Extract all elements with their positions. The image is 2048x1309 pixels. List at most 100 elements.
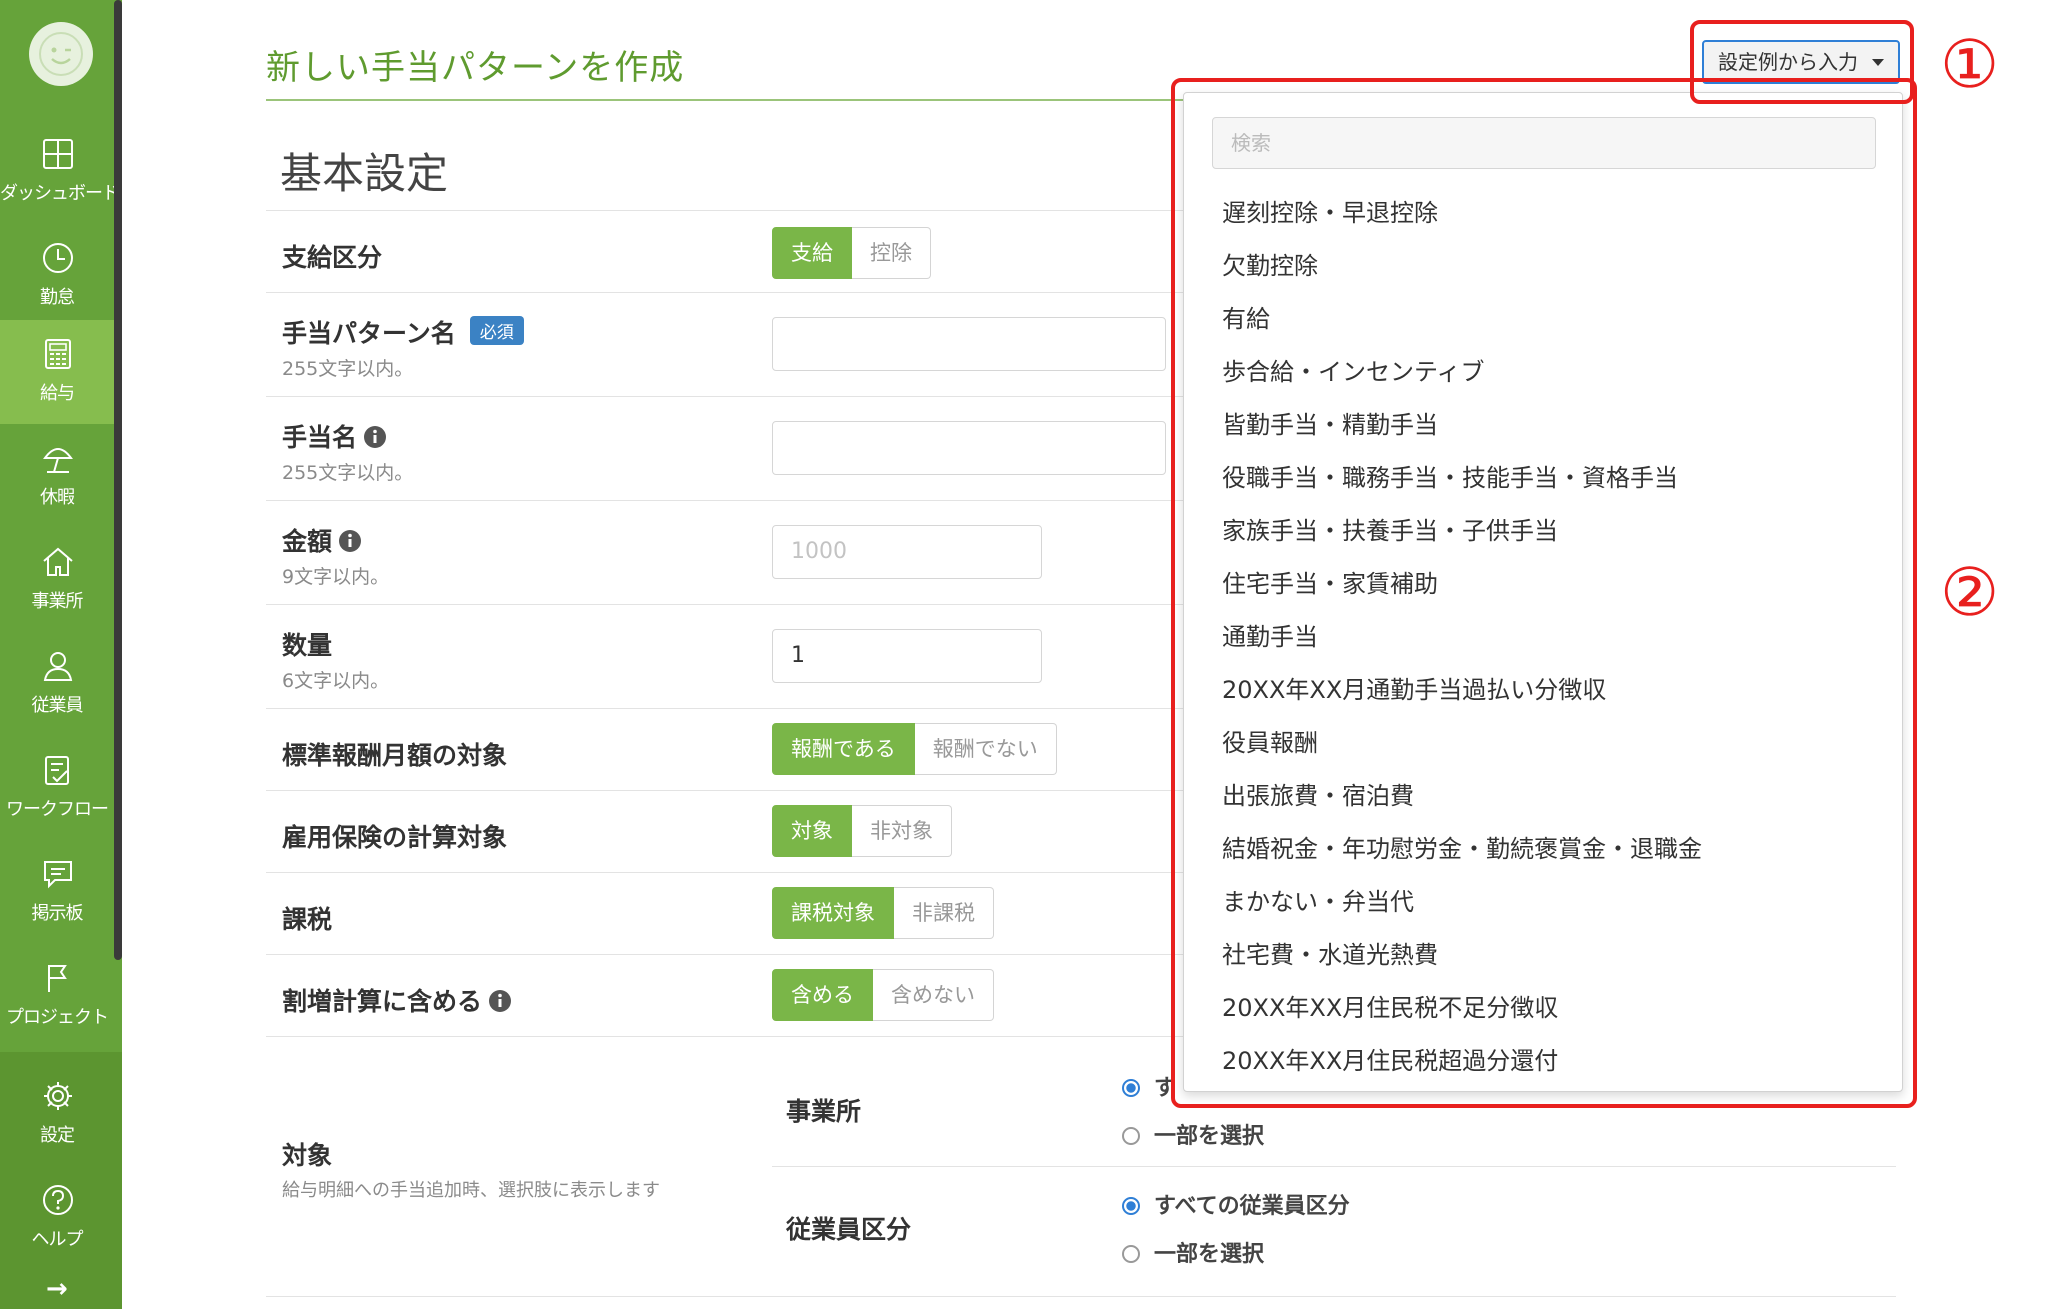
insurance-target-option[interactable]: 対象 bbox=[772, 805, 852, 857]
quantity-label: 数量 bbox=[282, 631, 333, 660]
amount-label-text: 金額 bbox=[282, 527, 333, 556]
overtime-include-option[interactable]: 含める bbox=[772, 969, 873, 1021]
insurance-non-target-option[interactable]: 非対象 bbox=[852, 805, 952, 857]
sidebar-item-label: 従業員 bbox=[31, 695, 84, 716]
standard-remuneration-toggle: 報酬である 報酬でない bbox=[772, 723, 1057, 775]
annotation-callout-1: ① bbox=[1940, 26, 2000, 103]
info-icon[interactable] bbox=[338, 529, 362, 553]
employee-type-some-radio[interactable]: 一部を選択 bbox=[1122, 1236, 1264, 1268]
sidebar-item-help[interactable]: ヘルプ bbox=[0, 1166, 114, 1270]
amount-label: 金額 bbox=[282, 522, 362, 558]
sidebar-item-project[interactable]: プロジェクト bbox=[0, 944, 114, 1048]
taxable-option[interactable]: 課税対象 bbox=[772, 887, 894, 939]
app-logo[interactable] bbox=[29, 22, 93, 86]
remuneration-yes-option[interactable]: 報酬である bbox=[772, 723, 915, 775]
overtime-label: 割増計算に含める bbox=[282, 982, 512, 1018]
radio-checked-icon bbox=[1122, 1079, 1140, 1097]
employee-type-all-text: すべての従業員区分 bbox=[1154, 1194, 1350, 1219]
overtime-label-text: 割増計算に含める bbox=[282, 987, 483, 1016]
sidebar-item-label: ワークフロー bbox=[6, 799, 109, 820]
pattern-name-label-text: 手当パターン名 bbox=[282, 319, 456, 348]
page-title: 新しい手当パターンを作成 bbox=[266, 48, 685, 88]
quantity-input[interactable]: 1 bbox=[772, 629, 1042, 683]
sidebar-item-label: 休暇 bbox=[40, 487, 75, 508]
payment-type-deduct-option[interactable]: 控除 bbox=[852, 227, 931, 279]
sidebar-item-payroll[interactable]: 給与 bbox=[0, 320, 114, 424]
dashboard-icon bbox=[43, 139, 73, 169]
sidebar-item-office[interactable]: 事業所 bbox=[0, 528, 114, 632]
employment-insurance-label: 雇用保険の計算対象 bbox=[282, 823, 508, 852]
remuneration-no-option[interactable]: 報酬でない bbox=[914, 723, 1057, 775]
radio-checked-icon bbox=[1122, 1197, 1140, 1215]
standard-remuneration-label: 標準報酬月額の対象 bbox=[282, 741, 508, 770]
allowance-name-input[interactable] bbox=[772, 421, 1166, 475]
office-target-label: 事業所 bbox=[786, 1097, 862, 1126]
sidebar-bottom-section: 設定 ヘルプ → bbox=[0, 1052, 122, 1309]
sidebar-item-employees[interactable]: 従業員 bbox=[0, 632, 114, 736]
office-all-radio[interactable]: す bbox=[1122, 1070, 1176, 1102]
sidebar-item-label: プロジェクト bbox=[6, 1007, 109, 1028]
sidebar-item-label: 事業所 bbox=[31, 591, 84, 612]
amount-help: 9文字以内。 bbox=[282, 566, 390, 588]
sidebar-item-attendance[interactable]: 勤怠 bbox=[0, 224, 114, 328]
employee-type-all-radio[interactable]: すべての従業員区分 bbox=[1122, 1188, 1350, 1220]
calculator-icon bbox=[45, 339, 71, 369]
target-help: 給与明細への手当追加時、選択肢に表示します bbox=[282, 1180, 660, 1201]
sidebar-item-label: 勤怠 bbox=[40, 287, 75, 308]
employee-type-target-label: 従業員区分 bbox=[786, 1215, 912, 1244]
clock-icon bbox=[43, 243, 73, 273]
sidebar-scrollbar[interactable] bbox=[114, 0, 122, 960]
sidebar-item-dashboard[interactable]: ダッシュボード bbox=[0, 120, 120, 224]
sidebar-item-leave[interactable]: 休暇 bbox=[0, 424, 114, 528]
quantity-help: 6文字以内。 bbox=[282, 670, 390, 692]
divider bbox=[772, 1166, 1896, 1167]
required-badge: 必須 bbox=[469, 316, 524, 345]
radio-unchecked-icon bbox=[1122, 1127, 1140, 1145]
pattern-name-input[interactable] bbox=[772, 317, 1166, 371]
employment-insurance-toggle: 対象 非対象 bbox=[772, 805, 952, 857]
office-some-text: 一部を選択 bbox=[1154, 1124, 1265, 1149]
radio-unchecked-icon bbox=[1122, 1245, 1140, 1263]
home-icon bbox=[43, 547, 73, 576]
office-some-radio[interactable]: 一部を選択 bbox=[1122, 1118, 1264, 1150]
non-taxable-option[interactable]: 非課税 bbox=[894, 887, 994, 939]
sidebar-item-board[interactable]: 掲示板 bbox=[0, 840, 114, 944]
pattern-name-help: 255文字以内。 bbox=[282, 358, 414, 380]
gear-icon bbox=[44, 1082, 72, 1110]
message-board-icon bbox=[44, 861, 72, 889]
sidebar: ダッシュボード 勤怠 給与 休暇 事業所 従業員 ワークフロー 掲示板 プロジェ… bbox=[0, 0, 122, 1309]
annotation-box-2 bbox=[1171, 78, 1917, 1108]
payment-type-toggle: 支給 控除 bbox=[772, 227, 931, 279]
allowance-name-label: 手当名 bbox=[282, 418, 387, 454]
sidebar-item-label: 掲示板 bbox=[31, 903, 84, 924]
info-icon[interactable] bbox=[488, 989, 512, 1013]
taxation-toggle: 課税対象 非課税 bbox=[772, 887, 994, 939]
beach-umbrella-icon bbox=[43, 448, 73, 473]
sidebar-item-label: ヘルプ bbox=[31, 1229, 84, 1250]
employee-type-some-text: 一部を選択 bbox=[1154, 1242, 1265, 1267]
sidebar-item-label: 給与 bbox=[40, 383, 75, 404]
expand-sidebar-arrow-icon[interactable]: → bbox=[46, 1274, 68, 1304]
allowance-name-label-text: 手当名 bbox=[282, 423, 358, 452]
overtime-toggle: 含める 含めない bbox=[772, 969, 994, 1021]
amount-input[interactable]: 1000 bbox=[772, 525, 1042, 579]
flag-icon bbox=[48, 965, 67, 992]
smiley-logo-icon bbox=[39, 32, 83, 76]
payment-type-label: 支給区分 bbox=[282, 243, 383, 272]
divider bbox=[266, 1296, 1896, 1297]
help-icon bbox=[43, 1185, 73, 1215]
taxation-label: 課税 bbox=[282, 905, 333, 934]
annotation-callout-2: ② bbox=[1940, 554, 2000, 631]
overtime-exclude-option[interactable]: 含めない bbox=[873, 969, 994, 1021]
payment-type-pay-option[interactable]: 支給 bbox=[772, 227, 852, 279]
sidebar-item-workflow[interactable]: ワークフロー bbox=[0, 736, 114, 840]
person-icon bbox=[43, 652, 73, 681]
checklist-icon bbox=[45, 756, 69, 785]
section-title: 基本設定 bbox=[280, 149, 449, 198]
allowance-name-help: 255文字以内。 bbox=[282, 462, 414, 484]
sidebar-item-label: ダッシュボード bbox=[0, 183, 120, 204]
sidebar-item-settings[interactable]: 設定 bbox=[0, 1062, 114, 1166]
target-label: 対象 bbox=[282, 1141, 333, 1170]
info-icon[interactable] bbox=[363, 425, 387, 449]
pattern-name-label: 手当パターン名 必須 bbox=[282, 314, 524, 350]
